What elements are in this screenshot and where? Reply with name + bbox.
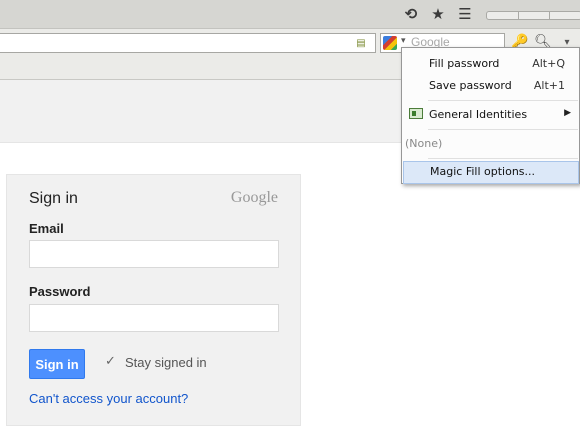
menu-item-save-password[interactable]: Save password Alt+1 bbox=[403, 75, 579, 97]
menu-item-fill-password[interactable]: Fill password Alt+Q bbox=[403, 53, 579, 75]
signin-button[interactable]: Sign in bbox=[29, 349, 85, 379]
menu-divider bbox=[428, 100, 578, 101]
menu-item-label: Fill password bbox=[429, 57, 500, 70]
search-engine-icon[interactable] bbox=[383, 36, 397, 50]
magic-fill-menu: Fill password Alt+Q Save password Alt+1 … bbox=[401, 47, 580, 184]
menu-divider bbox=[428, 158, 578, 159]
menu-divider bbox=[428, 129, 578, 130]
stay-signed-in-label[interactable]: Stay signed in bbox=[125, 355, 207, 370]
password-label: Password bbox=[29, 284, 91, 299]
undo-arrow-icon[interactable]: ⟲ bbox=[401, 4, 421, 24]
google-logo: Google bbox=[230, 189, 278, 206]
browser-title-bar: ⟲ ★ ☰ bbox=[0, 0, 580, 29]
identity-card-icon bbox=[409, 108, 423, 119]
cant-access-link[interactable]: Can't access your account? bbox=[29, 391, 188, 406]
menu-item-shortcut: Alt+Q bbox=[532, 57, 565, 70]
submenu-arrow-icon: ▶ bbox=[564, 108, 571, 118]
page-info-icon[interactable]: ▤ bbox=[354, 37, 368, 49]
window-controls[interactable] bbox=[486, 11, 580, 20]
email-label: Email bbox=[29, 221, 64, 236]
address-bar[interactable]: ▤ bbox=[0, 33, 376, 53]
menu-item-label: (None) bbox=[405, 137, 443, 150]
email-field[interactable] bbox=[29, 240, 279, 268]
hamburger-menu-icon[interactable]: ☰ bbox=[455, 4, 475, 24]
menu-item-label: Magic Fill options... bbox=[430, 165, 536, 178]
star-icon[interactable]: ★ bbox=[428, 4, 448, 24]
menu-item-shortcut: Alt+1 bbox=[533, 79, 565, 92]
search-engine-dropdown-icon[interactable]: ▾ bbox=[401, 36, 406, 46]
password-field[interactable] bbox=[29, 304, 279, 332]
menu-item-none[interactable]: (None) bbox=[403, 133, 579, 155]
menu-item-label: General Identities bbox=[429, 108, 528, 121]
signin-box: Sign in Google Email Password Sign in ✓ … bbox=[6, 174, 301, 426]
checkmark-icon[interactable]: ✓ bbox=[105, 354, 116, 369]
menu-item-label: Save password bbox=[429, 79, 512, 92]
menu-item-magic-fill-options[interactable]: Magic Fill options... bbox=[403, 161, 579, 184]
signin-title: Sign in bbox=[29, 190, 78, 207]
menu-item-general-identities[interactable]: General Identities ▶ bbox=[403, 104, 579, 126]
